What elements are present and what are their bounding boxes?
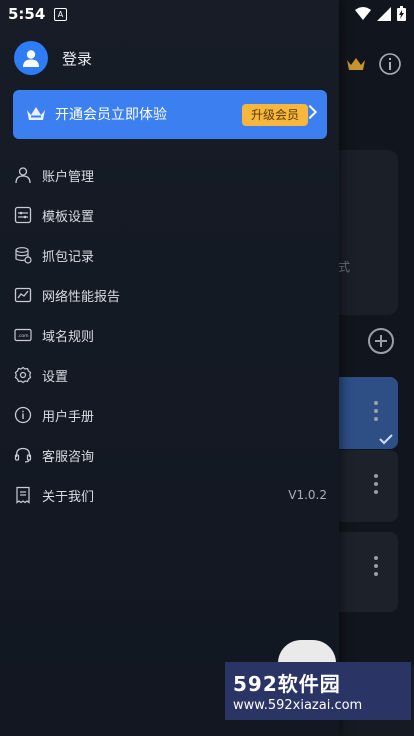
headset-icon	[14, 446, 32, 464]
watermark: 592软件园 www.592xiazai.com	[225, 662, 411, 720]
more-icon[interactable]	[374, 401, 378, 421]
header-icons	[344, 52, 402, 76]
chart-icon	[14, 286, 32, 304]
vip-banner[interactable]: 开通会员立即体验 升级会员	[13, 90, 327, 139]
menu-label: 设置	[42, 369, 69, 385]
menu-item-about-us[interactable]: 关于我们 V1.0.2	[0, 475, 339, 515]
info-circle-icon[interactable]	[378, 52, 402, 76]
menu-item-user-manual[interactable]: 用户手册	[0, 395, 339, 435]
background-card-text: 式	[337, 260, 350, 274]
vip-promo-text: 开通会员立即体验	[55, 107, 167, 123]
menu-label: 域名规则	[42, 329, 95, 345]
menu-label: 抓包记录	[42, 249, 95, 265]
menu-item-customer-service[interactable]: 客服咨询	[0, 435, 339, 475]
notification-icon: A	[54, 8, 67, 21]
menu-label: 用户手册	[42, 409, 95, 425]
template-icon	[14, 206, 32, 224]
upgrade-vip-button[interactable]: 升级会员	[242, 104, 308, 126]
database-icon	[14, 246, 32, 264]
navigation-drawer: 登录 开通会员立即体验 升级会员 账户管理 模板设置 抓包记录 网络性能报告 .…	[0, 0, 339, 736]
menu-label: 关于我们	[42, 489, 95, 505]
drawer-menu: 账户管理 模板设置 抓包记录 网络性能报告 .com 域名规则 设置 用户手册 …	[0, 155, 339, 515]
menu-item-settings[interactable]: 设置	[0, 355, 339, 395]
user-avatar-icon	[23, 50, 39, 67]
menu-label: 客服咨询	[42, 449, 95, 465]
check-icon	[379, 434, 393, 445]
watermark-url: www.592xiazai.com	[233, 698, 363, 713]
status-time: 5:54	[8, 5, 46, 23]
wifi-icon	[355, 6, 371, 20]
menu-item-domain-rules[interactable]: .com 域名规则	[0, 315, 339, 355]
menu-item-template[interactable]: 模板设置	[0, 195, 339, 235]
info-icon	[14, 406, 32, 424]
menu-item-account[interactable]: 账户管理	[0, 155, 339, 195]
menu-item-capture-records[interactable]: 抓包记录	[0, 235, 339, 275]
receipt-icon	[14, 486, 32, 504]
more-icon[interactable]	[374, 556, 378, 576]
avatar[interactable]	[14, 41, 48, 75]
menu-label: 账户管理	[42, 169, 95, 185]
gear-icon	[14, 366, 32, 384]
login-row[interactable]: 登录	[14, 41, 92, 75]
signal-icon	[377, 6, 391, 21]
add-circle-icon[interactable]	[368, 328, 394, 354]
vip-crown-icon	[27, 107, 45, 120]
login-label[interactable]: 登录	[62, 48, 92, 69]
domain-icon: .com	[14, 326, 32, 344]
menu-label: 模板设置	[42, 209, 95, 225]
watermark-title: 592软件园	[233, 672, 341, 696]
menu-label: 网络性能报告	[42, 289, 121, 305]
app-version: V1.0.2	[288, 488, 327, 502]
menu-item-network-report[interactable]: 网络性能报告	[0, 275, 339, 315]
status-bar: 5:54 A	[0, 0, 414, 28]
user-icon	[14, 166, 32, 184]
more-icon[interactable]	[374, 474, 378, 494]
svg-text:.com: .com	[17, 334, 28, 339]
battery-icon	[397, 6, 406, 21]
crown-icon[interactable]	[344, 52, 368, 76]
status-icons	[355, 6, 406, 21]
